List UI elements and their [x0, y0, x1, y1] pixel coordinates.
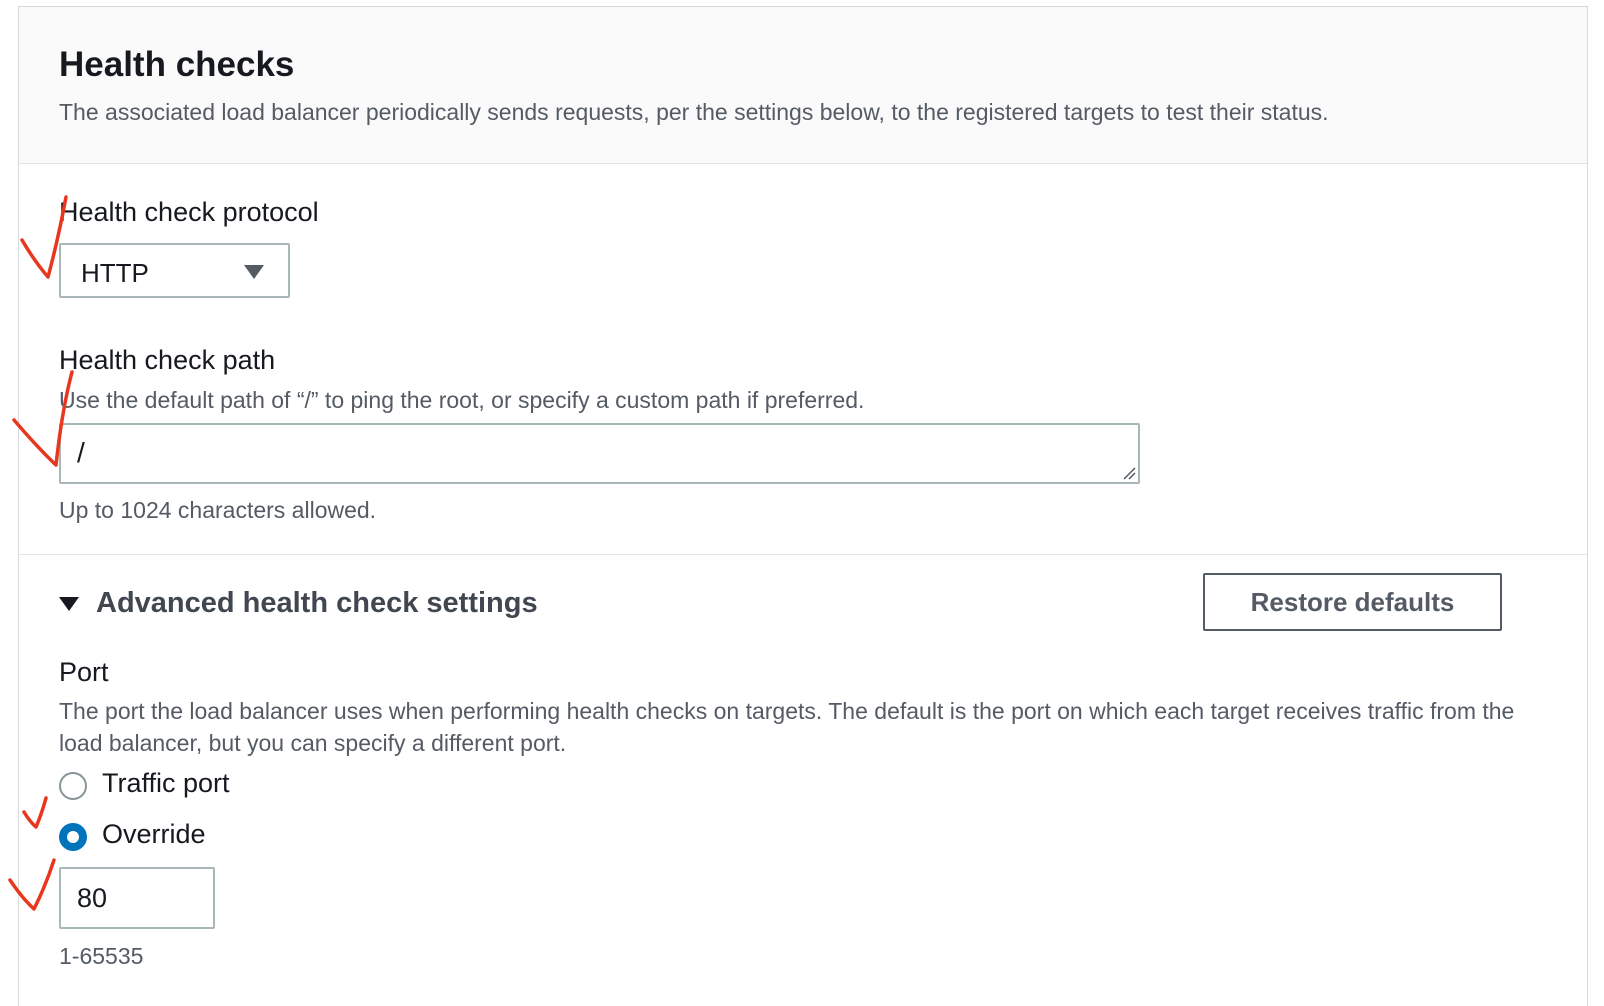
protocol-label: Health check protocol	[59, 197, 319, 227]
resize-grip-icon[interactable]	[1122, 466, 1136, 480]
path-constraint: Up to 1024 characters allowed.	[59, 497, 377, 523]
path-textarea[interactable]: /	[59, 423, 1140, 484]
port-override-input[interactable]	[59, 867, 215, 929]
page: Health checks The associated load balanc…	[0, 0, 1604, 1006]
port-constraint: 1-65535	[59, 943, 144, 969]
path-label: Health check path	[59, 345, 276, 375]
path-description: Use the default path of “/” to ping the …	[59, 387, 865, 413]
port-description: The port the load balancer uses when per…	[59, 698, 1515, 756]
radio-unchecked-icon[interactable]	[59, 772, 87, 800]
caret-down-icon	[244, 265, 264, 279]
health-checks-panel: Health checks The associated load balanc…	[18, 6, 1588, 1006]
caret-down-icon	[59, 597, 79, 611]
radio-override-label: Override	[102, 819, 206, 849]
path-value: /	[77, 437, 85, 468]
protocol-select-value: HTTP	[81, 258, 149, 288]
radio-checked-icon[interactable]	[59, 823, 87, 851]
restore-defaults-button[interactable]: Restore defaults	[1203, 573, 1502, 631]
panel-description: The associated load balancer periodicall…	[59, 99, 1329, 125]
port-label: Port	[59, 657, 109, 687]
protocol-select[interactable]: HTTP	[59, 243, 290, 298]
advanced-settings-label: Advanced health check settings	[96, 587, 538, 619]
section-divider	[19, 554, 1587, 555]
radio-traffic-port-label: Traffic port	[102, 768, 230, 798]
panel-title: Health checks	[59, 45, 295, 84]
panel-header: Health checks The associated load balanc…	[19, 7, 1587, 164]
